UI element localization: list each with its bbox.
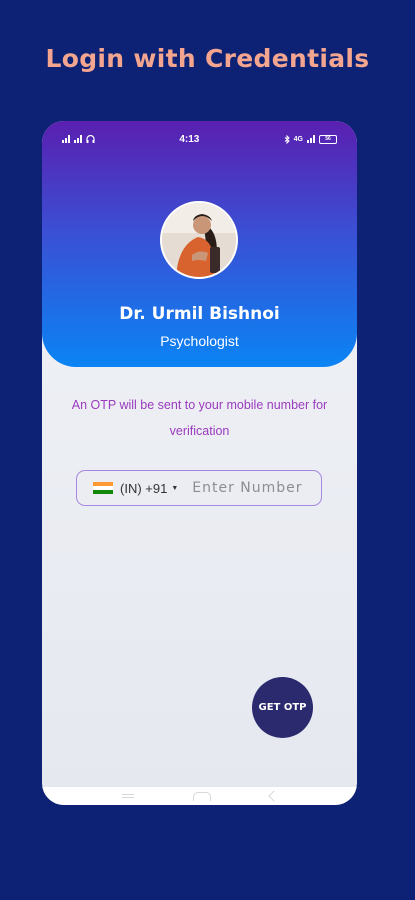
phone-screen: Dr. Urmil Bishnoi Psychologist 4:13 4G 5… xyxy=(42,121,357,805)
chevron-down-icon: ▼ xyxy=(171,484,179,492)
recents-icon[interactable] xyxy=(121,794,134,798)
network-type: 4G xyxy=(293,135,303,143)
country-code-picker[interactable]: (IN) +91 ▼ xyxy=(77,481,178,496)
signal-icon xyxy=(62,135,70,143)
status-right-icons: 4G 56 xyxy=(284,134,337,144)
promo-title: Login with Credentials xyxy=(45,44,370,73)
phone-number-input-group: (IN) +91 ▼ xyxy=(76,470,322,506)
status-bar: 4:13 4G 56 xyxy=(42,121,357,157)
home-icon[interactable] xyxy=(192,791,211,801)
system-nav-bar xyxy=(42,787,357,805)
otp-info-message: An OTP will be sent to your mobile numbe… xyxy=(71,398,328,438)
battery-icon: 56 xyxy=(318,134,337,144)
india-flag-icon xyxy=(93,482,113,494)
signal-icon xyxy=(74,135,82,143)
back-icon[interactable] xyxy=(267,790,280,802)
signal-icon xyxy=(306,135,315,143)
doctor-name: Dr. Urmil Bishnoi xyxy=(119,304,280,324)
status-left-icons xyxy=(62,134,95,144)
clock: 4:13 xyxy=(179,133,200,145)
get-otp-button[interactable]: GET OTP xyxy=(252,677,313,738)
headset-icon xyxy=(86,134,95,143)
doctor-role: Psychologist xyxy=(160,333,239,349)
profile-header: Dr. Urmil Bishnoi Psychologist xyxy=(42,121,357,367)
avatar-photo xyxy=(162,203,236,277)
phone-number-field[interactable] xyxy=(192,480,318,496)
bluetooth-icon xyxy=(284,134,290,144)
country-code-label: (IN) +91 xyxy=(120,480,168,496)
avatar xyxy=(160,201,238,279)
